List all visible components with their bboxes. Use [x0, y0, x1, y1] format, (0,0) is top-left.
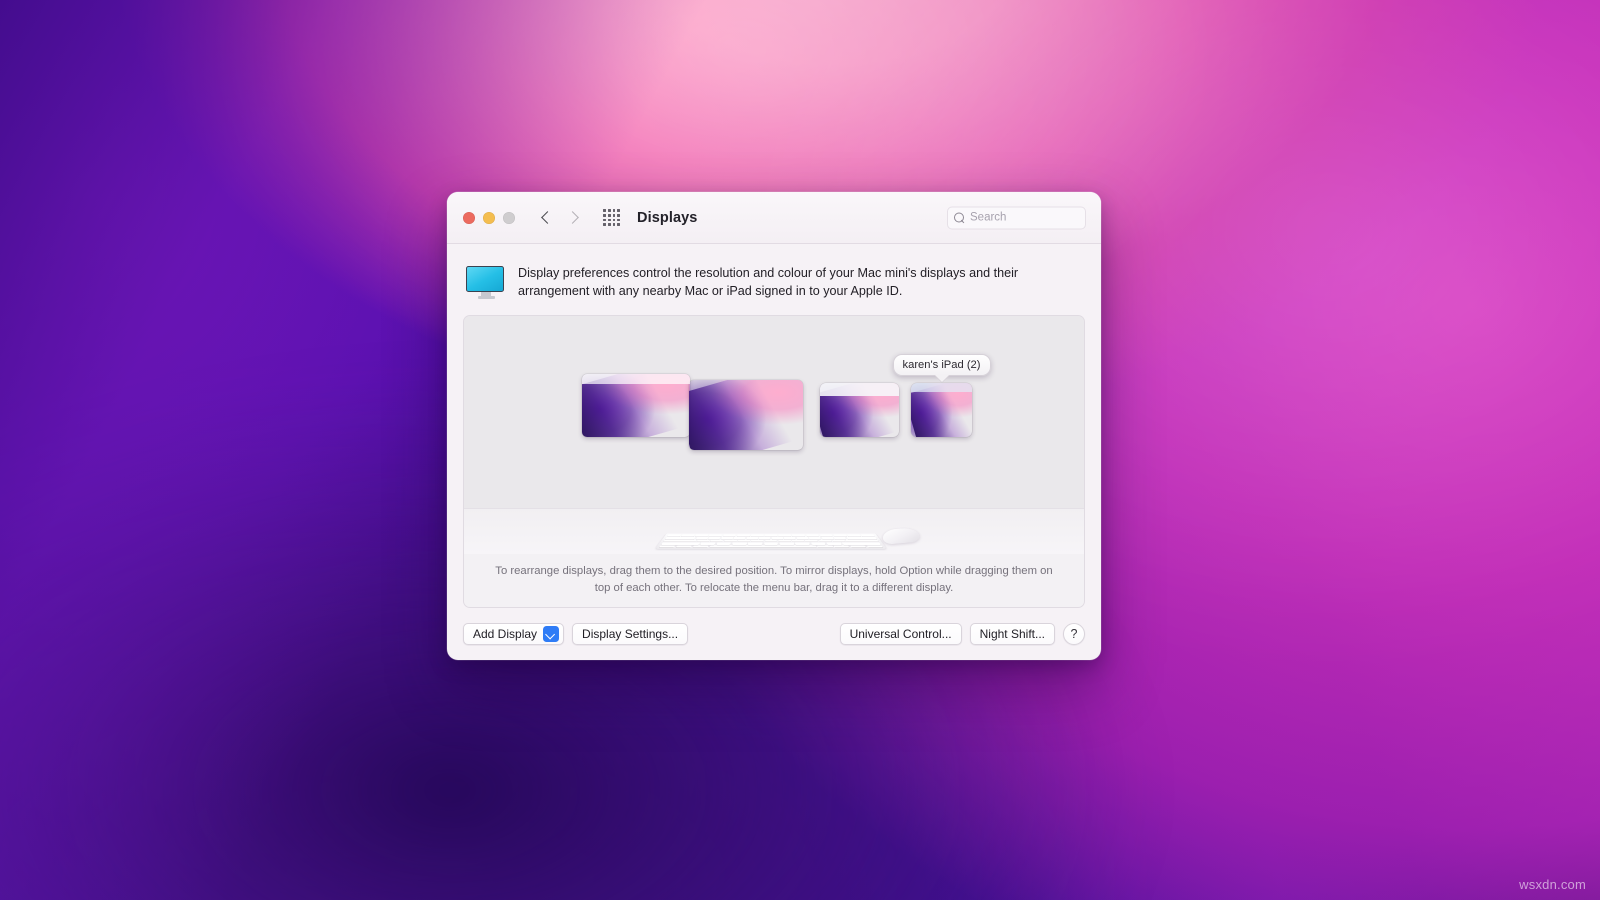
- night-shift-button[interactable]: Night Shift...: [969, 623, 1055, 645]
- window-titlebar: Displays: [447, 192, 1101, 244]
- desktop-wallpaper: wsxdn.com Displays Search Display prefer…: [0, 0, 1600, 900]
- display-4-screen[interactable]: [911, 383, 972, 437]
- search-input[interactable]: [970, 211, 1079, 224]
- grid-dot: [612, 209, 616, 212]
- grid-dot: [607, 218, 611, 222]
- grid-dot: [607, 213, 611, 217]
- show-all-grid-icon[interactable]: [603, 209, 620, 226]
- minimize-button[interactable]: [483, 211, 495, 224]
- grid-dot: [617, 218, 620, 222]
- search-field[interactable]: [947, 206, 1086, 229]
- add-display-label: Add Display: [473, 627, 538, 641]
- grid-dot: [603, 209, 606, 212]
- grid-dot: [603, 218, 606, 222]
- display-arrangement-stage[interactable]: karen's iPad (2): [464, 315, 1084, 509]
- display-1-menu-bar: [582, 374, 690, 384]
- display-thumbnails-row: karen's iPad (2): [464, 354, 1084, 450]
- display-thumbnail-3[interactable]: [820, 383, 899, 437]
- chevron-down-icon[interactable]: [543, 626, 560, 642]
- grid-dot: [612, 223, 616, 226]
- monitor-foot-shape: [477, 296, 495, 299]
- mouse-icon: [882, 527, 921, 545]
- window-footer: Add Display Display Settings... Universa…: [447, 608, 1101, 660]
- navigation-buttons: [541, 212, 579, 224]
- display-monitor-icon: [466, 264, 506, 299]
- grid-dot: [612, 213, 616, 217]
- zoom-button[interactable]: [503, 211, 515, 224]
- display-settings-button[interactable]: Display Settings...: [572, 623, 689, 645]
- help-button[interactable]: ?: [1063, 623, 1085, 645]
- close-button[interactable]: [463, 211, 475, 224]
- peripherals-illustration: [464, 508, 1084, 555]
- search-icon: [954, 212, 965, 223]
- display-4-menu-bar: [911, 383, 972, 392]
- keyboard-icon: [655, 533, 887, 550]
- display-thumbnail-4[interactable]: karen's iPad (2): [892, 354, 991, 437]
- header-description-text: Display preferences control the resoluti…: [518, 266, 1019, 298]
- grid-dot: [607, 209, 611, 212]
- header-description-row: Display preferences control the resoluti…: [463, 260, 1085, 301]
- display-3-screen[interactable]: [820, 383, 899, 437]
- display-1-screen[interactable]: [582, 374, 690, 437]
- displays-preferences-window: Displays Display preferences control the…: [447, 192, 1101, 660]
- window-title: Displays: [637, 209, 698, 226]
- grid-dot: [603, 213, 606, 217]
- display-3-menu-bar: [820, 383, 899, 396]
- add-display-button[interactable]: Add Display: [463, 623, 565, 645]
- window-body: Display preferences control the resoluti…: [447, 244, 1101, 608]
- universal-control-button[interactable]: Universal Control...: [839, 623, 962, 645]
- monitor-screen-shape: [466, 266, 504, 292]
- back-chevron-icon[interactable]: [541, 212, 553, 224]
- watermark: wsxdn.com: [1519, 877, 1586, 892]
- grid-dot: [603, 223, 606, 226]
- arrangement-hint-text: To rearrange displays, drag them to the …: [464, 554, 1084, 607]
- display-4-name-tooltip: karen's iPad (2): [892, 354, 991, 376]
- display-thumbnail-2[interactable]: [689, 380, 803, 450]
- display-arrangement-panel[interactable]: karen's iPad (2) To rearrange displays, …: [463, 314, 1085, 608]
- grid-dot: [617, 213, 620, 217]
- display-2-wallpaper: [689, 380, 803, 450]
- display-thumbnail-1[interactable]: [582, 374, 690, 437]
- forward-chevron-icon[interactable]: [567, 212, 579, 224]
- grid-dot: [617, 209, 620, 212]
- grid-dot: [617, 223, 620, 226]
- grid-dot: [612, 218, 616, 222]
- window-controls: [463, 211, 515, 224]
- grid-dot: [607, 223, 611, 226]
- keyboard-row: [658, 545, 884, 548]
- display-2-screen[interactable]: [689, 380, 803, 450]
